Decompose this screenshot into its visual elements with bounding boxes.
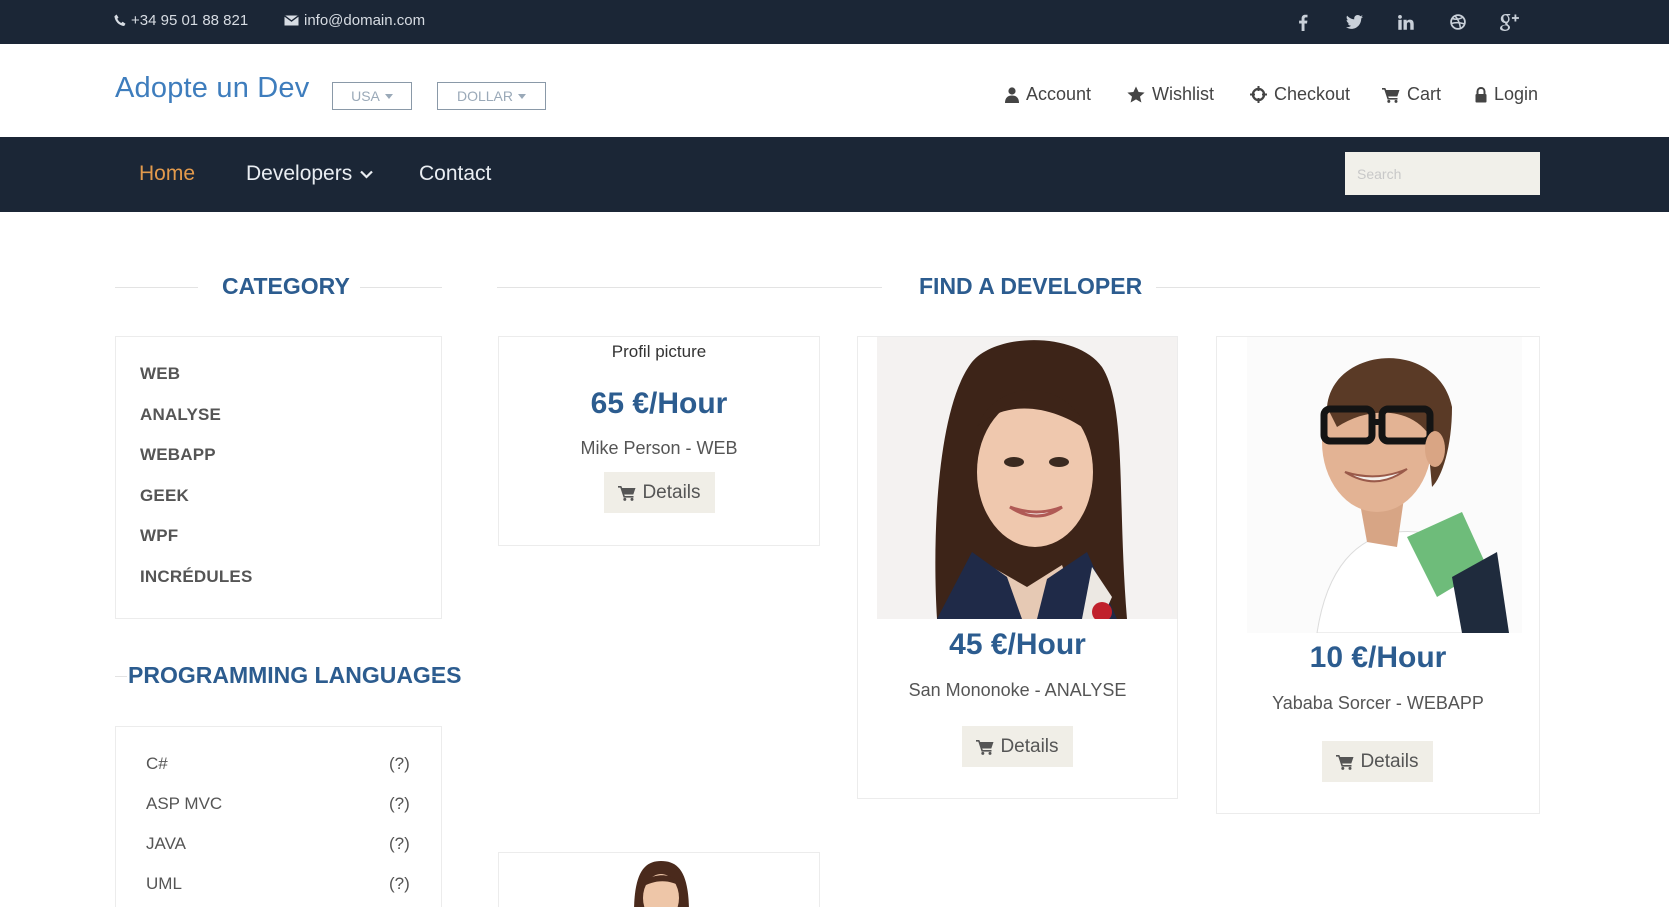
- language-item-java[interactable]: JAVA: [146, 834, 186, 854]
- linkedin-icon[interactable]: [1394, 10, 1418, 34]
- envelope-icon: [284, 15, 299, 26]
- divider: [1156, 287, 1540, 288]
- developer-card: [498, 852, 820, 907]
- country-select[interactable]: USA: [332, 82, 412, 110]
- profile-picture-alt: Profil picture: [611, 342, 707, 361]
- phone-icon: [114, 14, 126, 26]
- category-heading: CATEGORY: [222, 273, 350, 299]
- category-item-incredules[interactable]: INCRÉDULES: [140, 567, 253, 587]
- phone-number: +34 95 01 88 821: [131, 12, 249, 29]
- divider: [360, 287, 442, 288]
- top-bar: +34 95 01 88 821 info@domain.com: [0, 0, 1669, 44]
- caret-down-icon: [384, 93, 393, 99]
- nav-developers[interactable]: Developers: [246, 162, 374, 186]
- site-header: Adopte un Dev USA DOLLAR Account Wishlis…: [0, 44, 1669, 137]
- divider: [115, 676, 127, 677]
- site-logo[interactable]: Adopte un Dev: [115, 72, 309, 105]
- category-item-wpf[interactable]: WPF: [140, 526, 178, 546]
- email-address: info@domain.com: [304, 12, 426, 29]
- category-item-web[interactable]: WEB: [140, 364, 180, 384]
- language-item-csharp[interactable]: C#: [146, 754, 168, 774]
- language-count: (?): [389, 794, 410, 813]
- main-nav: Home Developers Contact: [0, 137, 1669, 212]
- wishlist-link[interactable]: Wishlist: [1127, 84, 1214, 105]
- developer-name[interactable]: Yababa Sorcer - WEBAPP: [1217, 693, 1539, 714]
- nav-home[interactable]: Home: [139, 162, 195, 186]
- login-link[interactable]: Login: [1475, 84, 1538, 105]
- developer-name[interactable]: San Mononoke - ANALYSE: [858, 680, 1177, 701]
- details-button[interactable]: Details: [604, 472, 715, 513]
- language-count: (?): [389, 874, 410, 893]
- category-item-analyse[interactable]: ANALYSE: [140, 405, 221, 425]
- email-contact[interactable]: info@domain.com: [284, 12, 425, 29]
- developer-card: Profil picture 65 €/Hour Mike Person - W…: [498, 336, 820, 546]
- developer-price: 45 €/Hour: [949, 628, 1086, 661]
- crosshairs-icon: [1250, 86, 1267, 103]
- star-icon: [1127, 86, 1145, 103]
- developer-card: 10 €/Hour Yababa Sorcer - WEBAPP Details: [1216, 336, 1540, 814]
- shopping-cart-icon: [1382, 87, 1400, 103]
- currency-select[interactable]: DOLLAR: [437, 82, 546, 110]
- nav-contact[interactable]: Contact: [419, 162, 491, 186]
- developer-photo[interactable]: [499, 853, 819, 907]
- divider: [432, 676, 442, 677]
- developer-photo[interactable]: [1247, 337, 1522, 633]
- lock-icon: [1475, 86, 1487, 102]
- account-link[interactable]: Account: [1005, 84, 1091, 105]
- shopping-cart-icon: [1336, 754, 1354, 770]
- category-item-webapp[interactable]: WEBAPP: [140, 445, 216, 465]
- user-icon: [1005, 86, 1019, 103]
- divider: [497, 287, 882, 288]
- phone-contact: +34 95 01 88 821: [114, 12, 248, 29]
- checkout-link[interactable]: Checkout: [1250, 84, 1350, 105]
- category-item-geek[interactable]: GEEK: [140, 486, 189, 506]
- facebook-icon[interactable]: [1291, 10, 1315, 34]
- details-button[interactable]: Details: [962, 726, 1073, 767]
- details-button[interactable]: Details: [1322, 741, 1433, 782]
- caret-down-icon: [518, 93, 527, 99]
- language-count: (?): [389, 834, 410, 853]
- chevron-down-icon: [360, 170, 374, 179]
- language-item-uml[interactable]: UML: [146, 874, 182, 894]
- dribbble-icon[interactable]: [1446, 10, 1470, 34]
- shopping-cart-icon: [618, 485, 636, 501]
- google-plus-icon[interactable]: [1498, 10, 1522, 34]
- developer-price: 65 €/Hour: [590, 387, 728, 420]
- language-item-asp-mvc[interactable]: ASP MVC: [146, 794, 222, 814]
- twitter-icon[interactable]: [1342, 10, 1366, 34]
- programming-languages-heading: PROGRAMMING LANGUAGES: [128, 662, 462, 688]
- developer-name[interactable]: Mike Person - WEB: [499, 438, 819, 459]
- divider: [115, 287, 198, 288]
- find-developer-heading: FIND A DEVELOPER: [919, 273, 1143, 299]
- developer-price: 10 €/Hour: [1309, 641, 1447, 674]
- cart-link[interactable]: Cart: [1382, 84, 1441, 105]
- language-count: (?): [389, 754, 410, 773]
- developer-photo[interactable]: [877, 337, 1177, 619]
- developer-card: 45 €/Hour San Mononoke - ANALYSE Details: [857, 336, 1178, 799]
- search-input[interactable]: [1345, 152, 1540, 195]
- shopping-cart-icon: [976, 739, 994, 755]
